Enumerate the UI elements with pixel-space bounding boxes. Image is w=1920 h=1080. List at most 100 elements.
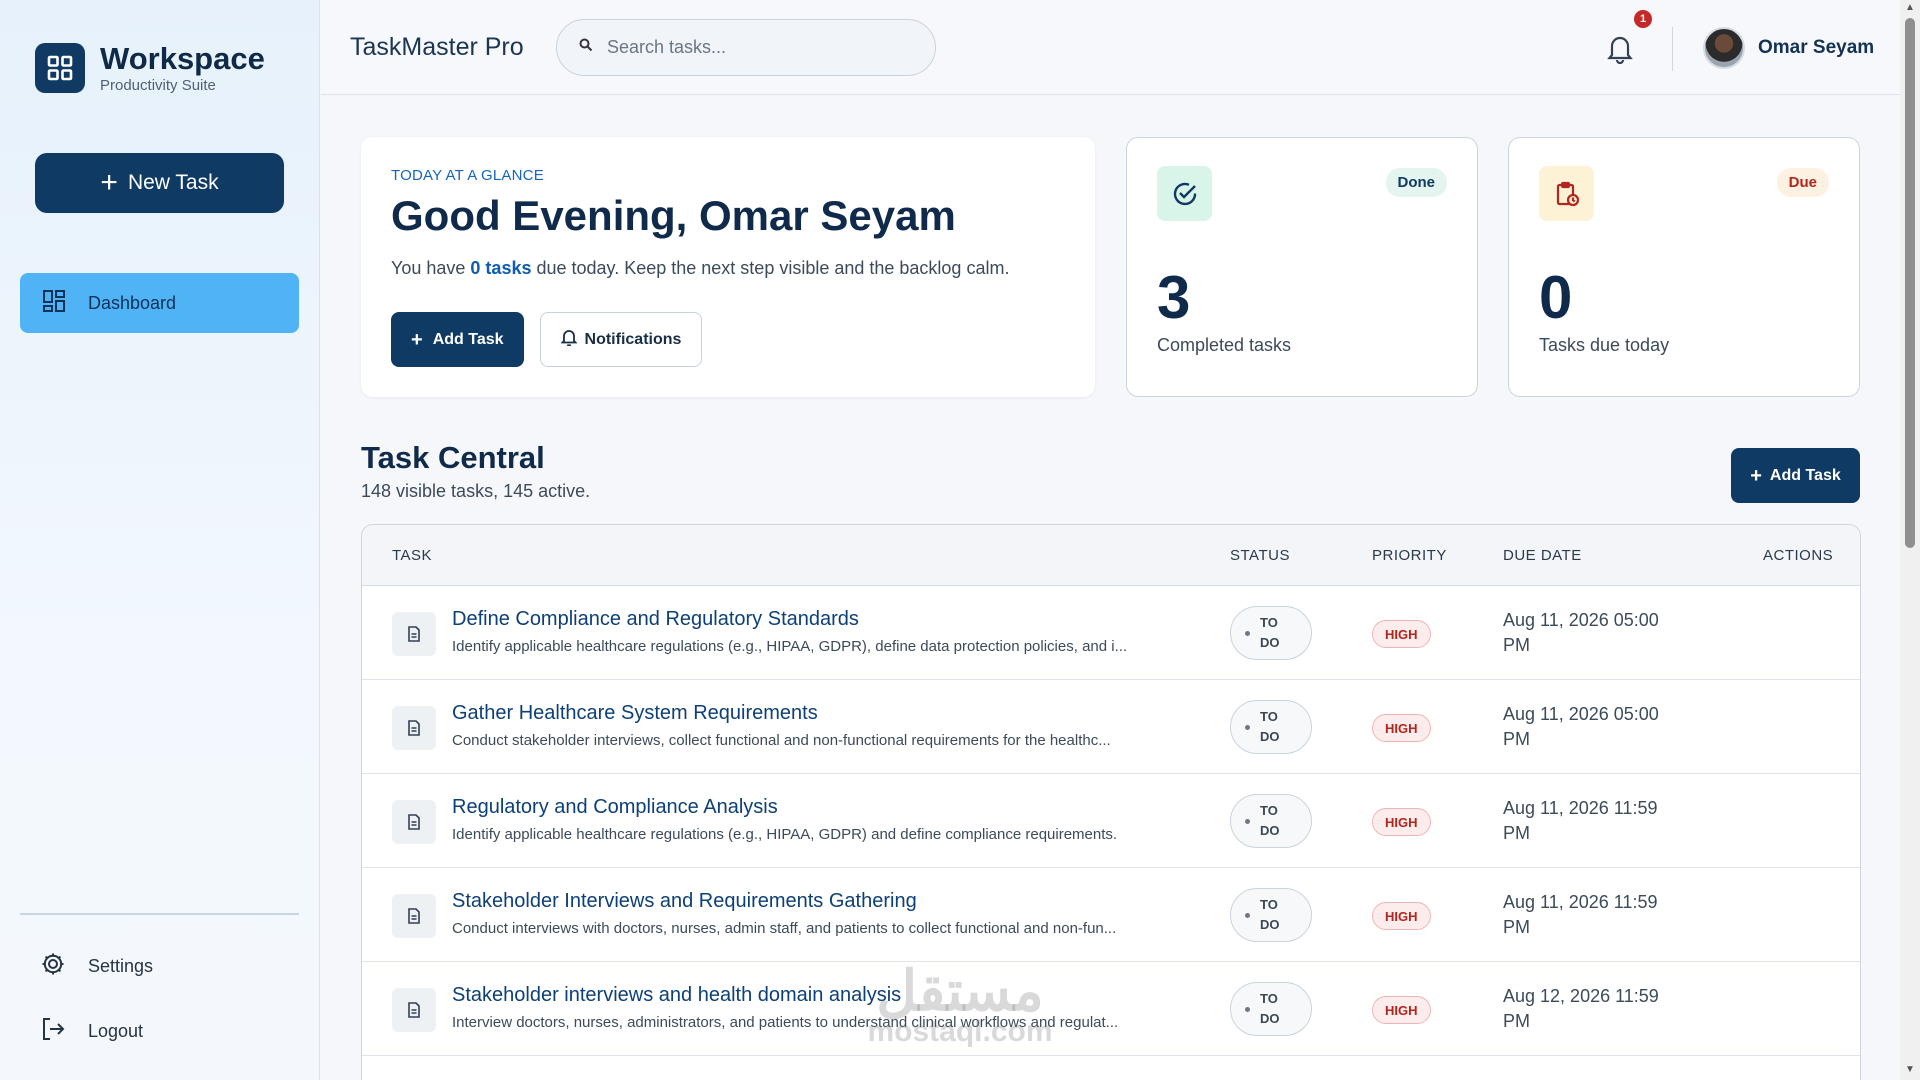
- completed-count: 3: [1157, 264, 1191, 331]
- due-date: Aug 11, 2026 11:59 PM: [1503, 798, 1658, 843]
- summary-text-start: You have: [391, 258, 471, 278]
- brand-subtitle: Productivity Suite: [100, 77, 216, 94]
- table-row[interactable]: Stakeholder interviews and health domain…: [362, 962, 1860, 1056]
- header-divider: [1672, 27, 1673, 71]
- top-header: TaskMaster Pro 1 Omar Seyam: [321, 0, 1900, 95]
- status-dot-icon: [1245, 912, 1250, 918]
- settings-label: Settings: [88, 956, 154, 976]
- completed-caption: Completed tasks: [1157, 335, 1292, 355]
- summary-text-end: due today. Keep the next step visible an…: [531, 258, 1010, 278]
- column-header-due-date[interactable]: DUE DATE: [1503, 547, 1582, 564]
- add-task-button[interactable]: + Add Task: [391, 312, 524, 367]
- table-row[interactable]: Gather Healthcare System Requirements Con…: [362, 680, 1860, 774]
- scroll-down-arrow-icon[interactable]: ▼: [1905, 1064, 1915, 1075]
- column-header-task[interactable]: TASK: [392, 547, 432, 564]
- task-description: Identify applicable healthcare regulatio…: [452, 826, 1118, 843]
- due-caption: Tasks due today: [1539, 335, 1670, 355]
- priority-badge: HIGH: [1372, 808, 1431, 836]
- task-central-add-button[interactable]: + Add Task: [1731, 448, 1860, 503]
- clipboard-clock-icon: [1539, 166, 1594, 221]
- due-date: Aug 12, 2026 11:59 PM: [1503, 986, 1659, 1031]
- column-header-actions: ACTIONS: [1763, 547, 1834, 564]
- status-label: TO DO: [1260, 709, 1280, 744]
- notifications-label: Notifications: [584, 330, 682, 348]
- table-row[interactable]: Regulatory and Compliance Analysis Identi…: [362, 774, 1860, 868]
- add-task-label: Add Task: [1769, 466, 1841, 484]
- status-badge[interactable]: TO DO: [1230, 606, 1312, 660]
- scroll-up-arrow-icon[interactable]: ▲: [1905, 2, 1915, 13]
- table-body: Define Compliance and Regulatory Standar…: [362, 586, 1860, 1056]
- new-task-button[interactable]: + New Task: [35, 153, 284, 213]
- bell-icon: [559, 328, 578, 351]
- due-count: 0: [1539, 264, 1573, 331]
- due-pill: Due: [1776, 168, 1829, 197]
- user-name[interactable]: Omar Seyam: [1758, 37, 1874, 59]
- task-title[interactable]: Define Compliance and Regulatory Standar…: [452, 608, 859, 631]
- task-title[interactable]: Gather Healthcare System Requirements: [452, 702, 818, 725]
- add-task-label: Add Task: [432, 330, 504, 348]
- due-tasks-card: Due 0 Tasks due today: [1508, 137, 1860, 397]
- task-description: Conduct interviews with doctors, nurses,…: [452, 920, 1117, 937]
- plus-icon: +: [100, 166, 118, 199]
- welcome-card: TODAY AT A GLANCE Good Evening, Omar Sey…: [361, 137, 1095, 397]
- due-date: Aug 11, 2026 11:59 PM: [1503, 892, 1658, 937]
- notification-bell-icon[interactable]: [1605, 32, 1635, 65]
- due-date: Aug 11, 2026 05:00 PM: [1503, 704, 1659, 749]
- plus-icon: +: [411, 328, 423, 351]
- status-dot-icon: [1245, 1006, 1250, 1012]
- sidebar-item-label: Dashboard: [88, 292, 177, 313]
- search-input[interactable]: [607, 37, 907, 58]
- document-icon: [392, 800, 436, 844]
- column-header-status[interactable]: STATUS: [1230, 547, 1290, 564]
- plus-icon: +: [1750, 464, 1762, 487]
- status-badge[interactable]: TO DO: [1230, 794, 1312, 848]
- scroll-thumb[interactable]: [1905, 18, 1915, 548]
- status-dot-icon: [1245, 724, 1250, 730]
- sidebar-item-settings[interactable]: Settings: [40, 951, 153, 982]
- status-badge[interactable]: TO DO: [1230, 888, 1312, 942]
- brand-name: Workspace: [100, 41, 265, 76]
- task-title[interactable]: Regulatory and Compliance Analysis: [452, 796, 778, 819]
- avatar[interactable]: [1703, 27, 1745, 69]
- priority-badge: HIGH: [1372, 902, 1431, 930]
- completed-tasks-card: Done 3 Completed tasks: [1126, 137, 1478, 397]
- gear-icon: [40, 951, 66, 982]
- app-title: TaskMaster Pro: [350, 33, 524, 61]
- dashboard-icon: [42, 289, 66, 318]
- status-dot-icon: [1245, 630, 1250, 636]
- notification-badge: 1: [1634, 10, 1652, 28]
- document-icon: [392, 894, 436, 938]
- table-row[interactable]: Define Compliance and Regulatory Standar…: [362, 586, 1860, 680]
- task-description: Conduct stakeholder interviews, collect …: [452, 732, 1111, 749]
- tasks-due-link[interactable]: 0 tasks: [470, 258, 531, 278]
- logout-label: Logout: [88, 1021, 144, 1041]
- page-scrollbar[interactable]: ▲ ▼: [1900, 0, 1920, 1080]
- search-icon: [579, 38, 593, 57]
- notifications-button[interactable]: Notifications: [539, 312, 703, 367]
- search-box[interactable]: [556, 19, 936, 76]
- grid-logo-icon: [35, 43, 85, 93]
- status-badge[interactable]: TO DO: [1230, 982, 1312, 1036]
- table-row[interactable]: Stakeholder Interviews and Requirements …: [362, 868, 1860, 962]
- check-circle-icon: [1157, 166, 1212, 221]
- priority-badge: HIGH: [1372, 714, 1431, 742]
- done-pill: Done: [1385, 168, 1447, 197]
- task-description: Identify applicable healthcare regulatio…: [452, 638, 1128, 655]
- priority-badge: HIGH: [1372, 996, 1431, 1024]
- status-label: TO DO: [1260, 803, 1280, 838]
- status-dot-icon: [1245, 818, 1250, 824]
- status-label: TO DO: [1260, 991, 1280, 1026]
- brand[interactable]: Workspace Productivity Suite: [35, 42, 265, 94]
- task-table: TASK STATUS PRIORITY DUE DATE ACTIONS De…: [361, 524, 1861, 1080]
- column-header-priority[interactable]: PRIORITY: [1372, 547, 1447, 564]
- document-icon: [392, 706, 436, 750]
- task-title[interactable]: Stakeholder Interviews and Requirements …: [452, 890, 917, 913]
- sidebar-divider: [20, 913, 299, 915]
- table-header: TASK STATUS PRIORITY DUE DATE ACTIONS: [362, 525, 1860, 586]
- status-badge[interactable]: TO DO: [1230, 700, 1312, 754]
- status-label: TO DO: [1260, 615, 1280, 650]
- welcome-summary: You have 0 tasks due today. Keep the nex…: [391, 258, 1065, 279]
- sidebar-item-logout[interactable]: Logout: [40, 1016, 143, 1047]
- task-title[interactable]: Stakeholder interviews and health domain…: [452, 984, 901, 1007]
- sidebar-item-dashboard[interactable]: Dashboard: [20, 273, 299, 333]
